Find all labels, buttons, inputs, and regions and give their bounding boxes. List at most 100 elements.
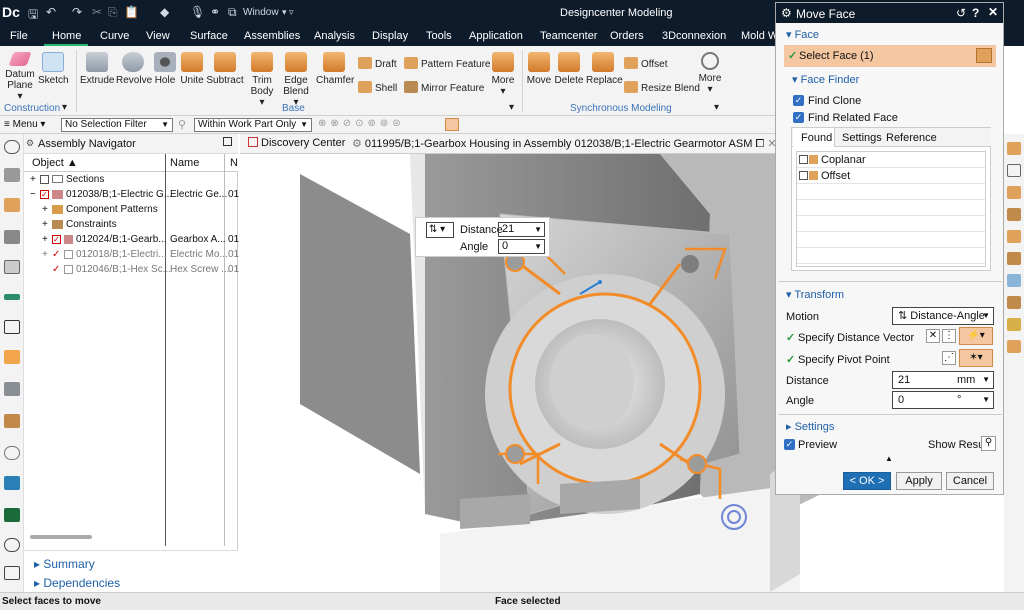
menu-assemblies[interactable]: Assemblies: [244, 30, 300, 42]
base-expand-icon[interactable]: ▾: [509, 102, 514, 113]
palette-icon[interactable]: [4, 476, 20, 490]
reset-icon[interactable]: ↺: [956, 6, 966, 20]
find-clone-checkbox[interactable]: ✓: [793, 95, 804, 106]
preview-checkbox[interactable]: ✓: [784, 439, 795, 450]
zoom-tool-icon[interactable]: [1007, 318, 1021, 331]
save-icon[interactable]: 🖫: [28, 5, 38, 26]
tab-menu-icon[interactable]: ⧠: [755, 138, 764, 150]
menu-home[interactable]: Home: [52, 30, 81, 42]
tree-row[interactable]: + Sections: [24, 172, 238, 187]
dependencies-section[interactable]: ▸ Dependencies: [34, 576, 120, 590]
shade-tool-icon[interactable]: [1007, 186, 1021, 199]
fit-tool-icon[interactable]: [1007, 296, 1021, 309]
offset-checkbox[interactable]: [799, 171, 808, 180]
trim-body-button[interactable]: Trim Body ▾: [248, 52, 276, 108]
section-tool-icon[interactable]: [1007, 164, 1021, 177]
menu-button[interactable]: ≡ Menu ▾: [4, 119, 45, 130]
paste-icon[interactable]: 📋: [124, 5, 139, 19]
distance-input[interactable]: 21 mm ▼: [892, 371, 994, 389]
window-menu-arrow-icon[interactable]: ▾ ▿: [282, 7, 294, 18]
column-n[interactable]: N: [230, 157, 238, 169]
checked-icon[interactable]: ✓: [40, 190, 49, 199]
sketch-button[interactable]: Sketch: [38, 52, 69, 86]
expand-icon[interactable]: +: [42, 202, 48, 217]
expand-icon[interactable]: +: [42, 232, 48, 247]
vector-dialog-icon[interactable]: ⋮: [942, 329, 956, 343]
process-studio-icon[interactable]: [4, 414, 20, 428]
tree-row[interactable]: + Constraints: [24, 217, 238, 232]
selection-filter-select[interactable]: No Selection Filter ▼: [61, 118, 173, 132]
pan-tool-icon[interactable]: [1007, 340, 1021, 353]
mic-icon[interactable]: 🎙: [190, 5, 205, 19]
collapse-up-icon[interactable]: ▲: [885, 454, 893, 463]
part-navigator-icon[interactable]: [4, 168, 20, 182]
checkbox-icon[interactable]: [40, 175, 49, 184]
move-button[interactable]: Move: [526, 52, 552, 86]
layout-icon[interactable]: [4, 566, 20, 580]
sync-expand-icon[interactable]: ▾: [714, 102, 719, 113]
motion-type-select[interactable]: ⇅ ▾: [426, 222, 454, 238]
delete-button[interactable]: Delete: [554, 52, 584, 86]
tab-settings[interactable]: Settings: [842, 132, 882, 144]
window-icon[interactable]: ⧉: [228, 5, 237, 20]
resize-blend-button[interactable]: Resize Blend: [624, 81, 700, 94]
tab-found[interactable]: Found: [801, 132, 832, 144]
view-tool-icon[interactable]: [1007, 142, 1021, 155]
checked-icon[interactable]: ✓: [52, 262, 60, 277]
coplanar-checkbox[interactable]: [799, 155, 808, 164]
column-object[interactable]: Object ▲: [32, 157, 78, 169]
constraint-navigator-icon[interactable]: [4, 230, 20, 244]
history-icon[interactable]: [4, 350, 20, 364]
cancel-button[interactable]: Cancel: [946, 472, 994, 490]
scope-select[interactable]: Within Work Part Only ▼: [194, 118, 312, 132]
checked-icon[interactable]: ✓: [52, 235, 61, 244]
ok-button[interactable]: < OK >: [843, 472, 891, 490]
settings-gear-icon[interactable]: [4, 140, 20, 154]
wireframe-tool-icon[interactable]: [1007, 208, 1021, 221]
settings-gear-icon[interactable]: ⚙: [781, 6, 792, 20]
handle-angle-input[interactable]: 0 ▼: [498, 239, 545, 254]
reuse-library-icon[interactable]: [4, 260, 20, 274]
redo-icon[interactable]: ↷: [72, 5, 82, 19]
link-icon[interactable]: ⚭: [210, 5, 220, 19]
copy-icon[interactable]: ⎘: [108, 5, 118, 20]
collapse-icon[interactable]: −: [30, 187, 36, 202]
snap-tool-icon[interactable]: [1007, 230, 1021, 243]
draft-button[interactable]: Draft: [358, 57, 397, 70]
face-finder-header[interactable]: ▾ Face Finder: [792, 73, 859, 86]
tree-row[interactable]: + ✓ 012024/B;1-Gearb... Gearbox A... 01: [24, 232, 239, 247]
close-icon[interactable]: ✕: [988, 5, 998, 19]
tree-row[interactable]: − ✓ 012038/B;1-Electric G... Electric Ge…: [24, 187, 239, 202]
pattern-feature-button[interactable]: Pattern Feature: [404, 57, 490, 70]
highlight-toggle-icon[interactable]: [445, 118, 459, 131]
face-select-icon[interactable]: [976, 48, 992, 63]
offset-button[interactable]: Offset: [624, 57, 668, 70]
show-result-icon[interactable]: ⚲: [981, 436, 996, 451]
roles-icon[interactable]: [4, 446, 20, 460]
maximize-icon[interactable]: [223, 137, 232, 146]
cut-icon[interactable]: ✂: [92, 5, 102, 19]
column-name[interactable]: Name: [170, 157, 199, 169]
menu-orders[interactable]: Orders: [610, 30, 644, 42]
menu-surface[interactable]: Surface: [190, 30, 228, 42]
menu-mold[interactable]: Mold W: [741, 30, 778, 42]
replace-button[interactable]: Replace: [586, 52, 623, 86]
expand-icon[interactable]: +: [42, 247, 48, 262]
motion-select[interactable]: ⇅ Distance-Angle ▼: [892, 307, 994, 325]
menu-analysis[interactable]: Analysis: [314, 30, 355, 42]
hole-button[interactable]: Hole: [152, 52, 178, 86]
undo-icon[interactable]: ↶: [46, 5, 56, 19]
tree-row[interactable]: + ✓ 012018/B;1-Electri... Electric Mo...…: [24, 247, 239, 262]
tab-model[interactable]: ⚙ 011995/B;1-Gearbox Housing in Assembly…: [352, 137, 777, 151]
filter-icon[interactable]: ⚲: [178, 118, 186, 131]
revolve-button[interactable]: Revolve: [116, 52, 152, 86]
construction-more-icon[interactable]: ▾: [62, 102, 67, 113]
subtract-button[interactable]: Subtract: [206, 52, 244, 86]
vector-type-select[interactable]: ⚡▾: [959, 327, 993, 345]
datum-plane-button[interactable]: Datum Plane ▾: [4, 52, 36, 102]
tab-discovery-center[interactable]: Discovery Center: [248, 137, 345, 149]
select-face-row[interactable]: ✓ Select Face (1): [784, 45, 996, 67]
menu-tools[interactable]: Tools: [426, 30, 452, 42]
find-related-checkbox[interactable]: ✓: [793, 112, 804, 123]
sync-more-button[interactable]: More ▾: [697, 52, 723, 95]
